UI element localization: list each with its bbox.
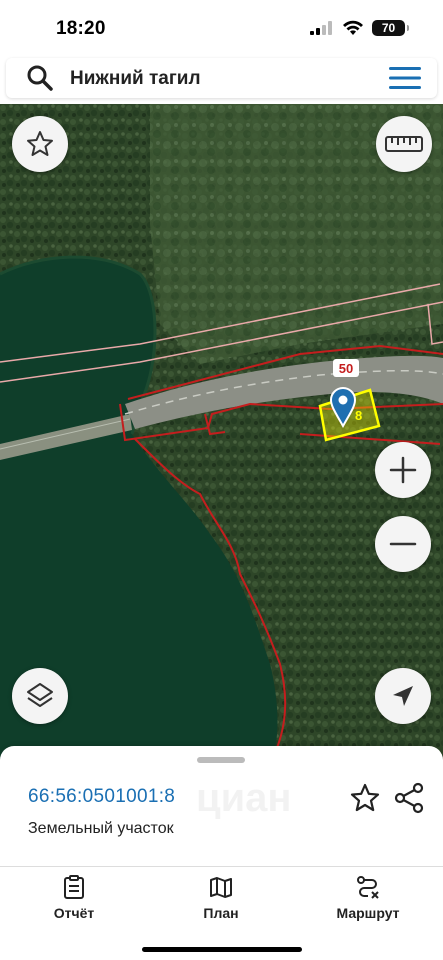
- wifi-icon: [343, 20, 363, 35]
- tab-plan-label: План: [203, 905, 239, 921]
- zoom-in-icon: [389, 456, 417, 484]
- search-icon[interactable]: [26, 64, 54, 92]
- tab-plan[interactable]: План: [171, 875, 271, 921]
- parcel-type: Земельный участок: [28, 820, 174, 837]
- battery-icon: 70: [372, 20, 409, 36]
- battery-level: 70: [381, 21, 396, 35]
- sheet-drag-handle[interactable]: [197, 757, 245, 763]
- status-time: 18:20: [56, 18, 106, 39]
- search-bar[interactable]: Нижний тагил: [6, 58, 437, 98]
- cian-watermark: циан: [196, 776, 292, 820]
- star-outline-icon[interactable]: [349, 782, 381, 814]
- satellite-map[interactable]: 50 8: [0, 104, 443, 764]
- favorite-button[interactable]: [12, 116, 68, 172]
- home-indicator[interactable]: [142, 947, 302, 952]
- cadastral-number[interactable]: 66:56:0501001:8: [28, 786, 175, 808]
- zoom-in-button[interactable]: [375, 442, 431, 498]
- layers-button[interactable]: [12, 668, 68, 724]
- clipboard-icon: [64, 875, 84, 899]
- locate-arrow-icon: [393, 686, 413, 706]
- route-icon: [357, 876, 379, 899]
- parcel-number-label: 8: [355, 408, 362, 423]
- bottom-tab-bar: Отчёт План Маршрут: [0, 866, 443, 960]
- status-bar: 18:20 70: [0, 0, 443, 56]
- ruler-icon: [385, 136, 423, 152]
- tab-report[interactable]: Отчёт: [24, 875, 124, 921]
- tab-report-label: Отчёт: [53, 905, 95, 921]
- road-number-label: 50: [339, 361, 353, 376]
- my-location-button[interactable]: [375, 668, 431, 724]
- parcel-info-sheet[interactable]: циан 66:56:0501001:8 Земельный участок: [0, 746, 443, 866]
- zoom-out-icon: [389, 542, 417, 546]
- map-icon: [210, 877, 232, 898]
- tab-route[interactable]: Маршрут: [318, 875, 418, 921]
- status-icons: 70: [310, 20, 409, 36]
- zoom-out-button[interactable]: [375, 516, 431, 572]
- signal-icon: [310, 21, 332, 35]
- layers-icon: [27, 683, 53, 707]
- share-icon[interactable]: [393, 782, 425, 814]
- hamburger-menu-icon[interactable]: [389, 66, 421, 90]
- search-input[interactable]: Нижний тагил: [70, 68, 201, 90]
- ruler-button[interactable]: [376, 116, 432, 172]
- map-view[interactable]: 50 8: [0, 104, 443, 764]
- tab-route-label: Маршрут: [336, 905, 400, 921]
- star-outline-icon: [27, 131, 53, 156]
